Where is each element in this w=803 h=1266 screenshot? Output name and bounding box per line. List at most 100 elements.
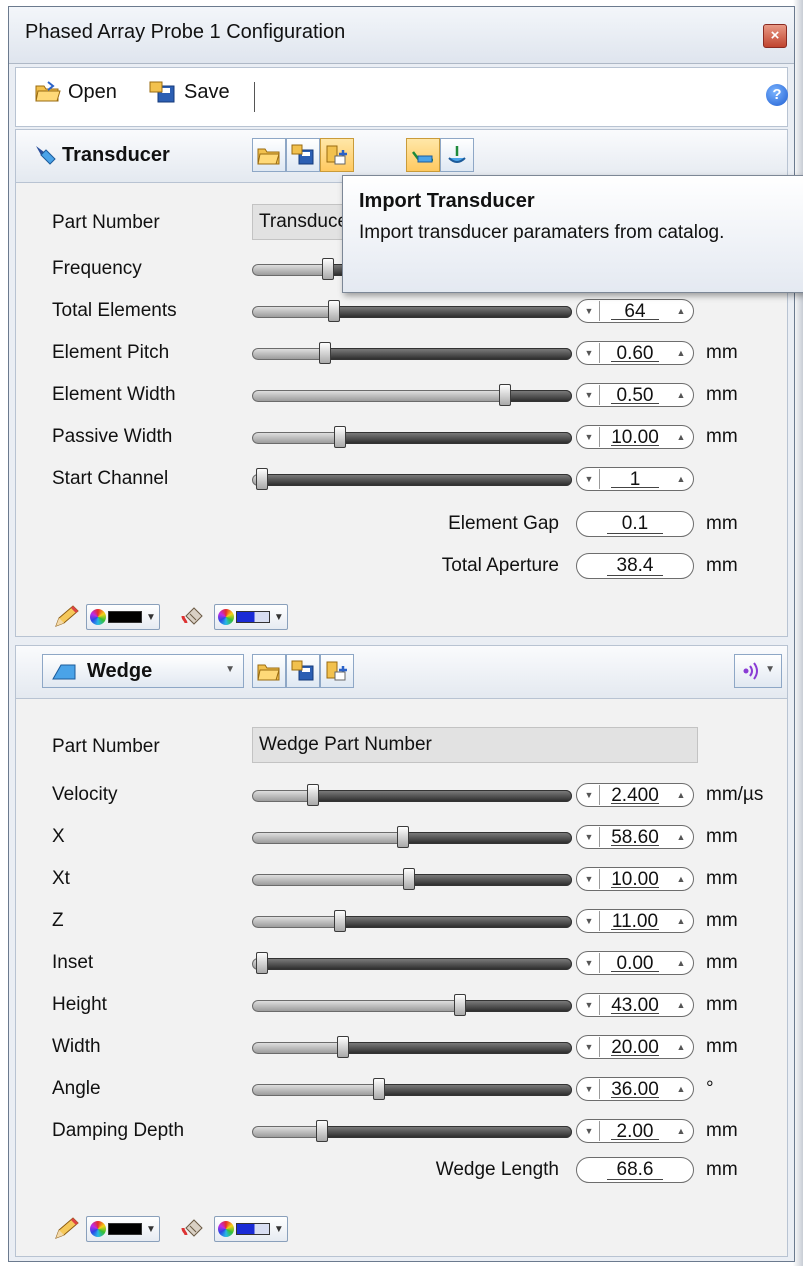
wedge-velocity-spinbox[interactable]: ▼ 2.400 ▲ bbox=[576, 783, 694, 807]
total-aperture-value: 38.4 bbox=[616, 555, 654, 576]
transducer-start-channel-spinbox[interactable]: ▼ 1 ▲ bbox=[576, 467, 694, 491]
import-wedge-button[interactable] bbox=[320, 654, 354, 688]
wedge-damping-depth-slider[interactable] bbox=[252, 1120, 572, 1142]
wedge-inset-slider[interactable] bbox=[252, 952, 572, 974]
slider-thumb[interactable] bbox=[337, 1036, 349, 1058]
wedge-height-slider[interactable] bbox=[252, 994, 572, 1016]
import-transducer-button[interactable] bbox=[320, 138, 354, 172]
spin-down-icon[interactable]: ▼ bbox=[579, 995, 600, 1015]
transducer-mode-b-button[interactable] bbox=[440, 138, 474, 172]
slider-thumb[interactable] bbox=[454, 994, 466, 1016]
spin-down-icon[interactable]: ▼ bbox=[579, 827, 600, 847]
wedge-type-dropdown[interactable]: Wedge ▼ bbox=[42, 654, 244, 688]
wedge-save-button[interactable] bbox=[286, 654, 320, 688]
transducer-start-channel-slider[interactable] bbox=[252, 468, 572, 490]
wedge-angle-slider[interactable] bbox=[252, 1078, 572, 1100]
wedge-damping-depth-spinbox[interactable]: ▼ 2.00 ▲ bbox=[576, 1119, 694, 1143]
transducer-element-width-spinbox[interactable]: ▼ 0.50 ▲ bbox=[576, 383, 694, 407]
spin-up-icon[interactable]: ▲ bbox=[671, 869, 691, 889]
open-button[interactable]: Open bbox=[34, 80, 117, 104]
spin-down-icon[interactable]: ▼ bbox=[579, 911, 600, 931]
spin-up-icon[interactable]: ▲ bbox=[671, 827, 691, 847]
spin-up-icon[interactable]: ▲ bbox=[671, 427, 691, 447]
wedge-xt-slider[interactable] bbox=[252, 868, 572, 890]
spin-down-icon[interactable]: ▼ bbox=[579, 301, 600, 321]
slider-thumb[interactable] bbox=[397, 826, 409, 848]
wedge-part-number-input[interactable]: Wedge Part Number bbox=[252, 727, 698, 763]
import-transducer-tooltip: Import Transducer Import transducer para… bbox=[342, 175, 803, 293]
spin-down-icon[interactable]: ▼ bbox=[579, 1121, 600, 1141]
folder-open-icon bbox=[257, 148, 280, 165]
slider-thumb[interactable] bbox=[334, 426, 346, 448]
transducer-total-elements-slider[interactable] bbox=[252, 300, 572, 322]
transducer-passive-width-spinbox[interactable]: ▼ 10.00 ▲ bbox=[576, 425, 694, 449]
slider-thumb[interactable] bbox=[307, 784, 319, 806]
slider-thumb[interactable] bbox=[373, 1078, 385, 1100]
transducer-passive-width-slider[interactable] bbox=[252, 426, 572, 448]
spin-down-icon[interactable]: ▼ bbox=[579, 953, 600, 973]
wedge-width-slider[interactable] bbox=[252, 1036, 572, 1058]
wave-mode-dropdown[interactable]: ▼ bbox=[734, 654, 782, 688]
slider-thumb[interactable] bbox=[499, 384, 511, 406]
spin-down-icon[interactable]: ▼ bbox=[579, 1037, 600, 1057]
wedge-inset-spinbox[interactable]: ▼ 0.00 ▲ bbox=[576, 951, 694, 975]
slider-fill bbox=[334, 306, 572, 318]
wedge-height-spinbox[interactable]: ▼ 43.00 ▲ bbox=[576, 993, 694, 1017]
wedge-xt-spinbox[interactable]: ▼ 10.00 ▲ bbox=[576, 867, 694, 891]
spin-up-icon[interactable]: ▲ bbox=[671, 301, 691, 321]
help-icon[interactable]: ? bbox=[766, 84, 788, 106]
spin-down-icon[interactable]: ▼ bbox=[579, 343, 600, 363]
spin-up-icon[interactable]: ▲ bbox=[671, 1037, 691, 1057]
slider-thumb[interactable] bbox=[319, 342, 331, 364]
spin-down-icon[interactable]: ▼ bbox=[579, 385, 600, 405]
value-underline bbox=[611, 887, 659, 888]
slider-thumb[interactable] bbox=[316, 1120, 328, 1142]
wedge-angle-spinbox[interactable]: ▼ 36.00 ▲ bbox=[576, 1077, 694, 1101]
spin-up-icon[interactable]: ▲ bbox=[671, 785, 691, 805]
transducer-element-pitch-slider[interactable] bbox=[252, 342, 572, 364]
wedge-open-button[interactable] bbox=[252, 654, 286, 688]
wedge-z-spinbox[interactable]: ▼ 11.00 ▲ bbox=[576, 909, 694, 933]
title-bar[interactable]: Phased Array Probe 1 Configuration × bbox=[9, 7, 794, 64]
transducer-element-width-slider[interactable] bbox=[252, 384, 572, 406]
close-button[interactable]: × bbox=[763, 24, 787, 48]
spin-up-icon[interactable]: ▲ bbox=[671, 469, 691, 489]
value-underline bbox=[611, 319, 659, 320]
wedge-x-spinbox[interactable]: ▼ 58.60 ▲ bbox=[576, 825, 694, 849]
save-icon bbox=[149, 81, 175, 103]
save-button[interactable]: Save bbox=[148, 80, 230, 104]
line-color-picker[interactable]: ▼ bbox=[86, 604, 160, 630]
spin-down-icon[interactable]: ▼ bbox=[579, 427, 600, 447]
fill-color-picker[interactable]: ▼ bbox=[213, 1216, 288, 1242]
spin-up-icon[interactable]: ▲ bbox=[671, 385, 691, 405]
transducer-total-elements-spinbox[interactable]: ▼ 64 ▲ bbox=[576, 299, 694, 323]
spin-up-icon[interactable]: ▲ bbox=[671, 1079, 691, 1099]
slider-fill bbox=[313, 790, 572, 802]
transducer-element-pitch-spinbox[interactable]: ▼ 0.60 ▲ bbox=[576, 341, 694, 365]
wedge-velocity-slider[interactable] bbox=[252, 784, 572, 806]
line-color-picker[interactable]: ▼ bbox=[86, 1216, 160, 1242]
spin-up-icon[interactable]: ▲ bbox=[671, 911, 691, 931]
spin-down-icon[interactable]: ▼ bbox=[579, 869, 600, 889]
spin-down-icon[interactable]: ▼ bbox=[579, 1079, 600, 1099]
spin-up-icon[interactable]: ▲ bbox=[671, 343, 691, 363]
spin-down-icon[interactable]: ▼ bbox=[579, 785, 600, 805]
slider-thumb[interactable] bbox=[334, 910, 346, 932]
slider-thumb[interactable] bbox=[256, 468, 268, 490]
transducer-save-button[interactable] bbox=[286, 138, 320, 172]
slider-thumb[interactable] bbox=[403, 868, 415, 890]
wedge-width-spinbox[interactable]: ▼ 20.00 ▲ bbox=[576, 1035, 694, 1059]
slider-thumb[interactable] bbox=[328, 300, 340, 322]
spin-up-icon[interactable]: ▲ bbox=[671, 1121, 691, 1141]
wedge-x-slider[interactable] bbox=[252, 826, 572, 848]
spin-down-icon[interactable]: ▼ bbox=[579, 469, 600, 489]
transducer-open-button[interactable] bbox=[252, 138, 286, 172]
slider-thumb[interactable] bbox=[256, 952, 268, 974]
spin-up-icon[interactable]: ▲ bbox=[671, 953, 691, 973]
fill-color-picker[interactable]: ▼ bbox=[213, 604, 288, 630]
spin-up-icon[interactable]: ▲ bbox=[671, 995, 691, 1015]
slider-thumb[interactable] bbox=[322, 258, 334, 280]
wedge-z-slider[interactable] bbox=[252, 910, 572, 932]
transducer-mode-a-button[interactable] bbox=[406, 138, 440, 172]
wedge-inset-unit: mm bbox=[706, 952, 738, 973]
